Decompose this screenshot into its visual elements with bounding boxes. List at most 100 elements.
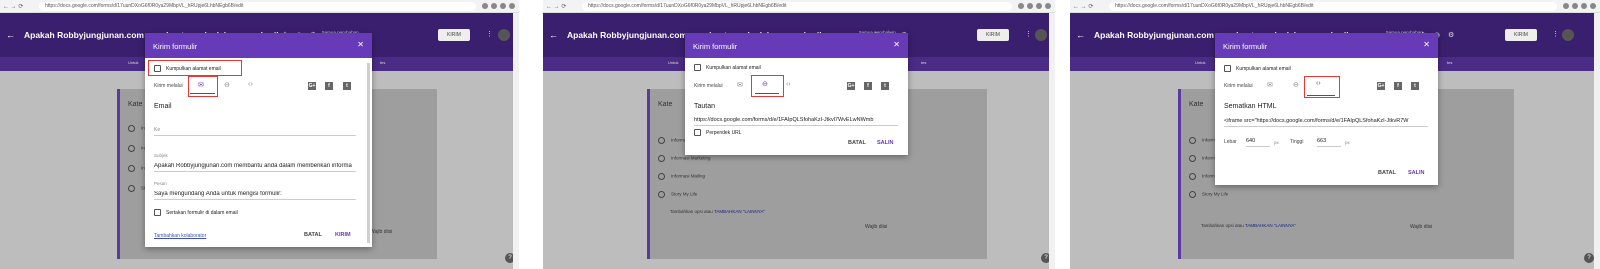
twitter-icon[interactable]: t [1411,82,1419,90]
required-label[interactable]: Wajib diisi [865,224,887,230]
nav-arrows[interactable]: ← → ⟳ [3,3,33,10]
email-icon[interactable]: ✉ [1267,81,1273,89]
embed-icon[interactable]: ‹› [248,81,253,88]
dialog-title: Kirim formulir [153,42,198,51]
extension-icons[interactable] [482,3,515,9]
more-icon[interactable]: ⋮ [1552,30,1559,38]
include-form-checkbox[interactable]: Sertakan formulir di dalam email [154,209,238,216]
extension-icons[interactable] [1018,3,1051,9]
highlight-box [1304,76,1340,98]
add-option-row[interactable]: Tambahkan opsi atau TAMBAHKAN "LAINNYA" [1201,223,1296,228]
send-button[interactable]: KIRIM [1505,29,1537,41]
tab-questions[interactable]: Untuk [1195,60,1205,65]
shorten-url-label: Perpendek URL [706,129,742,136]
link-icon[interactable]: ⊖ [1293,81,1299,89]
address-bar[interactable]: https://docs.google.com/forms/d/17uunDXo… [39,1,476,11]
avatar[interactable] [1562,29,1574,41]
twitter-icon[interactable]: t [881,82,889,90]
link-url-field[interactable]: https://docs.google.com/forms/d/e/1FAIpQ… [694,117,898,126]
page-scrollbar[interactable] [1594,13,1600,269]
send-via-label: Kirim melalui [154,83,183,89]
dialog-title: Kirim formulir [693,42,738,51]
send-dialog-button[interactable]: KIRIM [335,232,351,238]
nav-arrows[interactable]: ← → ⟳ [546,3,576,10]
more-icon[interactable]: ⋮ [1025,30,1032,38]
google-plus-icon[interactable]: G+ [308,82,316,90]
tab-responses[interactable]: tes [1447,60,1452,65]
checkbox-box [1224,65,1231,72]
to-field[interactable]: Ke [154,127,356,136]
height-label: Tinggi [1290,139,1304,145]
dialog-scrollbar[interactable] [367,63,370,243]
close-icon[interactable]: ✕ [893,40,900,49]
close-icon[interactable]: ✕ [357,40,364,49]
cancel-button[interactable]: BATAL [1378,170,1396,176]
facebook-icon[interactable]: f [325,82,333,90]
embed-icon[interactable]: ‹› [786,81,791,88]
include-form-label: Sertakan formulir di dalam email [166,209,238,216]
panel-email: ← → ⟳ https://docs.google.com/forms/d/17… [0,0,519,269]
link-icon[interactable]: ⊖ [224,81,230,89]
collect-email-checkbox[interactable]: Kumpulkan alamat email [1224,65,1291,72]
width-field[interactable]: 640 [1246,138,1270,147]
required-label[interactable]: Wajib diisi [370,229,392,235]
height-field[interactable]: 663 [1317,138,1341,147]
twitter-icon[interactable]: t [343,82,351,90]
question-title: Kate [128,101,143,108]
email-heading: Email [154,103,172,110]
dialog-header: Kirim formulir ✕ [145,33,372,58]
help-icon[interactable]: ? [1584,253,1594,263]
send-via-label: Kirim melalui [1224,83,1253,89]
shorten-url-checkbox[interactable]: Perpendek URL [694,129,742,136]
extension-icons[interactable] [1563,3,1596,9]
facebook-icon[interactable]: f [864,82,872,90]
highlight-box [188,76,218,97]
panel-embed: ← → ⟳ https://docs.google.com/forms/d/17… [1070,0,1600,269]
dialog-header: Kirim formulir ✕ [685,33,908,58]
close-icon[interactable]: ✕ [1423,40,1430,49]
address-bar[interactable]: https://docs.google.com/forms/d/17uunDXo… [1109,1,1557,11]
subject-field[interactable]: Apakah Robbyjungjunan.com membantu anda … [154,163,356,172]
message-field[interactable]: Saya mengundang Anda untuk mengisi formu… [154,191,356,200]
question-title: Kate [658,101,673,108]
tab-responses[interactable]: tes [921,60,926,65]
back-arrow-icon[interactable]: ← [1076,30,1094,40]
facebook-icon[interactable]: f [1394,82,1402,90]
embed-code-field[interactable]: <iframe src="https://docs.google.com/for… [1224,118,1428,127]
google-plus-icon[interactable]: G+ [1377,82,1385,90]
send-form-dialog: Kirim formulir ✕ Kumpulkan alamat email … [1215,33,1438,185]
page-scrollbar[interactable] [513,13,519,269]
width-unit: px [1274,140,1279,145]
highlight-box [751,75,784,97]
cancel-button[interactable]: BATAL [848,140,866,146]
tab-questions[interactable]: Untuk [128,60,138,65]
cancel-button[interactable]: BATAL [304,232,322,238]
add-collaborators-link[interactable]: Tambahkan kolaborator [154,233,206,239]
nav-arrows[interactable]: ← → ⟳ [1073,3,1103,10]
browser-toolbar: ← → ⟳ https://docs.google.com/forms/d/17… [0,0,519,13]
embed-heading: Sematkan HTML [1224,103,1277,110]
height-unit: px [1345,140,1350,145]
required-label[interactable]: Wajib diisi [1410,224,1432,230]
width-label: Lebar [1224,139,1237,145]
tab-responses[interactable]: tes [380,60,385,65]
more-icon[interactable]: ⋮ [486,30,493,38]
option: Story My Life [658,191,697,198]
collect-email-checkbox[interactable]: Kumpulkan alamat email [694,64,761,71]
copy-button[interactable]: SALIN [1408,170,1425,176]
add-option-row[interactable]: Tambahkan opsi atau TAMBAHKAN "LAINNYA" [670,209,765,214]
email-icon[interactable]: ✉ [737,81,743,89]
send-button[interactable]: KIRIM [977,29,1009,41]
google-plus-icon[interactable]: G+ [847,82,855,90]
tab-questions[interactable]: Untuk [668,60,678,65]
browser-toolbar: ← → ⟳ https://docs.google.com/forms/d/17… [543,0,1055,13]
avatar[interactable] [498,29,510,41]
address-bar[interactable]: https://docs.google.com/forms/d/17uunDXo… [582,1,1012,11]
back-arrow-icon[interactable]: ← [549,30,567,40]
copy-button[interactable]: SALIN [877,140,894,146]
send-button[interactable]: KIRIM [438,29,470,41]
page-scrollbar[interactable] [1049,13,1055,269]
highlight-box [148,60,242,76]
back-arrow-icon[interactable]: ← [6,30,24,40]
avatar[interactable] [1035,29,1047,41]
